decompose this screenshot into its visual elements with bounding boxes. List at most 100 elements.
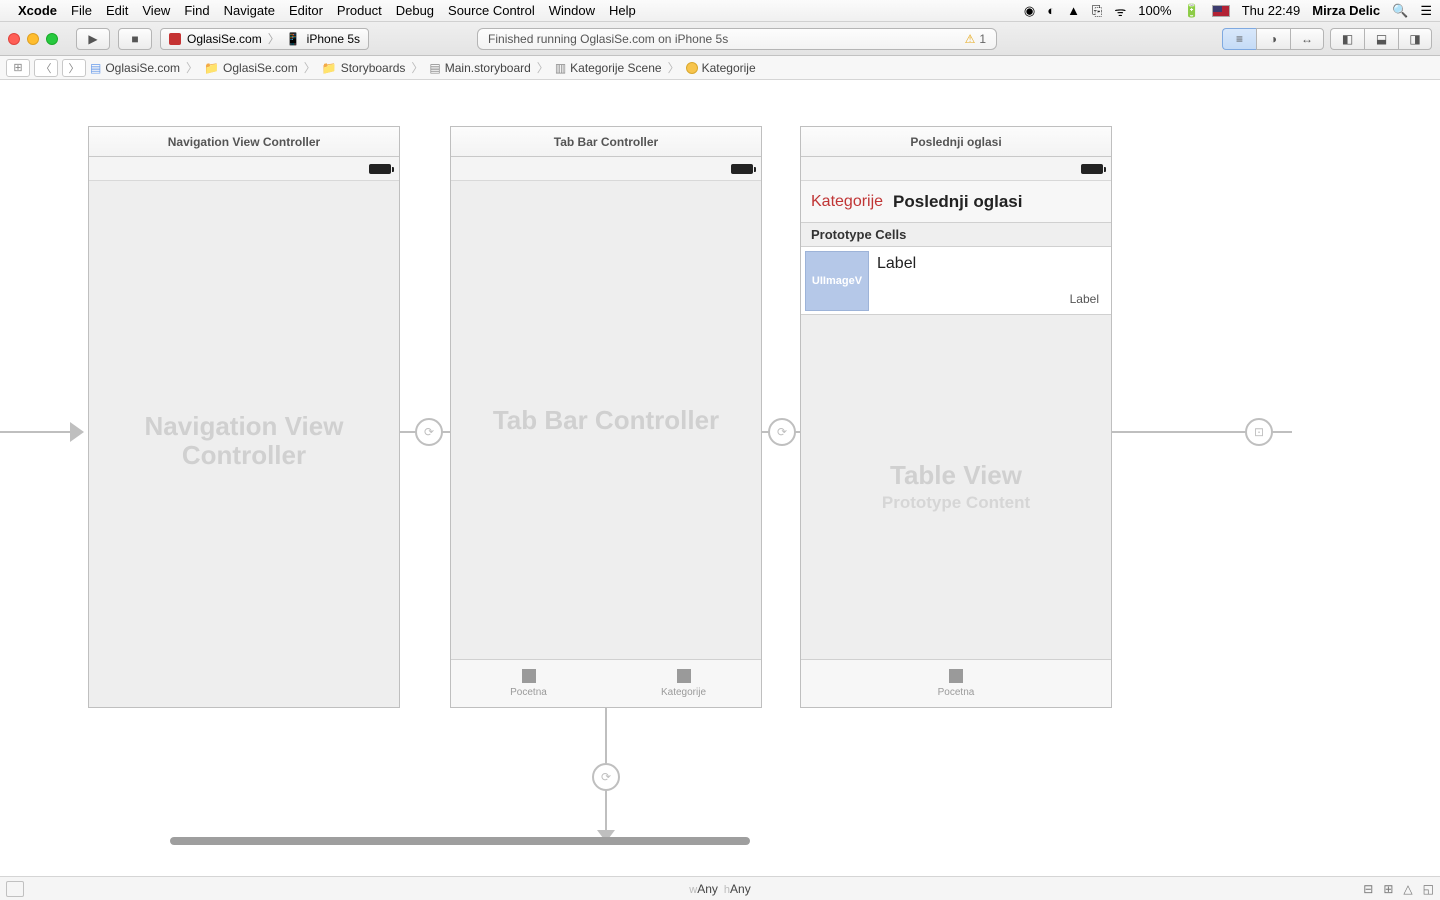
scene-title: Poslednji oglasi xyxy=(801,127,1111,157)
segue-icon[interactable]: ⟳ xyxy=(415,418,443,446)
scene-placeholder: Tab Bar Controller xyxy=(451,181,761,659)
warning-count[interactable]: 1 xyxy=(979,32,986,46)
sync-icon[interactable]: ⎘ xyxy=(1092,3,1102,19)
initial-vc-arrow xyxy=(0,431,72,433)
menu-help[interactable]: Help xyxy=(609,3,636,18)
scene-icon: ▥ xyxy=(555,61,566,75)
menu-debug[interactable]: Debug xyxy=(396,3,434,18)
wifi-icon[interactable]: ᯤ xyxy=(1114,2,1126,20)
resolve-issues-button[interactable]: △ xyxy=(1403,882,1412,896)
cell-title-label[interactable]: Label xyxy=(877,255,1099,273)
menubar-user[interactable]: Mirza Delic xyxy=(1312,3,1380,18)
app-icon xyxy=(169,33,181,45)
prototype-cell[interactable]: UIImageV Label Label xyxy=(801,247,1111,315)
view-controller-icon xyxy=(686,62,698,74)
segue-icon[interactable]: ⊡ xyxy=(1245,418,1273,446)
size-class-control[interactable]: wAny hAny xyxy=(689,882,750,896)
panel-toggles-segmented: ◧ ⬓ ◨ xyxy=(1330,28,1432,50)
version-editor-button[interactable]: ↔ xyxy=(1290,28,1324,50)
pin-button[interactable]: ⊞ xyxy=(1383,882,1393,896)
tab-pocetna[interactable]: Pocetna xyxy=(801,660,1111,707)
toggle-navigator-button[interactable]: ◧ xyxy=(1330,28,1364,50)
battery-percent: 100% xyxy=(1138,3,1171,18)
activity-viewer: Finished running OglasiSe.com on iPhone … xyxy=(477,28,997,50)
menu-find[interactable]: Find xyxy=(184,3,209,18)
nav-back-button[interactable]: Kategorije xyxy=(811,193,883,211)
cell-detail-label[interactable]: Label xyxy=(1070,292,1099,306)
menu-edit[interactable]: Edit xyxy=(106,3,128,18)
menu-window[interactable]: Window xyxy=(549,3,595,18)
back-button[interactable]: 〈 xyxy=(34,59,58,77)
tab-kategorije[interactable]: Kategorije xyxy=(606,660,761,707)
toggle-debug-area-button[interactable]: ⬓ xyxy=(1364,28,1398,50)
storyboard-canvas[interactable]: Navigation View Controller Navigation Vi… xyxy=(0,80,1440,876)
viber-icon[interactable]: ◉ xyxy=(1024,3,1035,19)
forward-button[interactable]: 〉 xyxy=(62,59,86,77)
tab-pocetna[interactable]: Pocetna xyxy=(451,660,606,707)
tab-icon xyxy=(677,669,691,683)
scene-placeholder: Navigation View Controller xyxy=(89,181,399,701)
table-view-controller-scene[interactable]: Poslednji oglasi Kategorije Poslednji og… xyxy=(800,126,1112,708)
menubar-clock[interactable]: Thu 22:49 xyxy=(1242,3,1301,18)
chevron-right-icon: 〉 xyxy=(411,59,423,76)
toggle-utilities-button[interactable]: ◨ xyxy=(1398,28,1432,50)
canvas-bottom-bar: wAny hAny ⊟ ⊞ △ ◱ xyxy=(0,876,1440,900)
breadcrumb-storyboards[interactable]: 📁Storyboards xyxy=(322,61,406,75)
nav-title: Poslednji oglasi xyxy=(893,192,1022,212)
tab-bar: Pocetna xyxy=(801,659,1111,707)
table-view-placeholder: Table View Prototype Content xyxy=(801,315,1111,659)
menu-file[interactable]: File xyxy=(71,3,92,18)
menu-navigate[interactable]: Navigate xyxy=(224,3,275,18)
tab-bar-controller-scene[interactable]: Tab Bar Controller Tab Bar Controller Po… xyxy=(450,126,762,708)
macos-menubar: Xcode File Edit View Find Navigate Edito… xyxy=(0,0,1440,22)
spotlight-icon[interactable]: 🔍 xyxy=(1392,3,1408,19)
scheme-selector[interactable]: OglasiSe.com 〉 📱 iPhone 5s xyxy=(160,28,369,50)
run-button[interactable]: ▶ xyxy=(76,28,110,50)
related-items-button[interactable]: ⊞ xyxy=(6,59,30,77)
menu-view[interactable]: View xyxy=(142,3,170,18)
flag-us-icon[interactable] xyxy=(1212,5,1230,17)
standard-editor-button[interactable]: ≡ xyxy=(1222,28,1256,50)
segue-icon[interactable]: ⟳ xyxy=(768,418,796,446)
breadcrumb-group[interactable]: 📁OglasiSe.com xyxy=(204,61,298,75)
horizontal-scrollbar[interactable] xyxy=(170,837,750,845)
minimize-window-button[interactable] xyxy=(27,33,39,45)
editor-mode-segmented: ≡ ◑ ↔ xyxy=(1222,28,1324,50)
segue-icon[interactable]: ⟳ xyxy=(592,763,620,791)
navigation-controller-scene[interactable]: Navigation View Controller Navigation Vi… xyxy=(88,126,400,708)
warning-icon[interactable]: ⚠ xyxy=(965,32,976,46)
menu-editor[interactable]: Editor xyxy=(289,3,323,18)
scheme-app: OglasiSe.com xyxy=(187,32,262,46)
status-icon[interactable]: ◐ xyxy=(1047,3,1055,18)
stop-button[interactable]: ■ xyxy=(118,28,152,50)
device-icon: 📱 xyxy=(286,32,301,46)
chevron-right-icon: 〉 xyxy=(186,59,198,76)
breadcrumb-project[interactable]: ▤OglasiSe.com xyxy=(90,61,180,75)
scene-title: Tab Bar Controller xyxy=(451,127,761,157)
navigation-bar: Kategorije Poslednji oglasi xyxy=(801,181,1111,223)
zoom-window-button[interactable] xyxy=(46,33,58,45)
status-bar xyxy=(801,157,1111,181)
drive-icon[interactable]: ▲ xyxy=(1067,3,1080,18)
tab-icon xyxy=(522,669,536,683)
status-bar xyxy=(451,157,761,181)
document-outline-toggle[interactable] xyxy=(6,881,24,897)
menu-product[interactable]: Product xyxy=(337,3,382,18)
resizing-button[interactable]: ◱ xyxy=(1423,882,1434,896)
storyboard-file-icon: ▤ xyxy=(429,61,440,75)
menu-source-control[interactable]: Source Control xyxy=(448,3,535,18)
notification-center-icon[interactable]: ☰ xyxy=(1420,3,1432,19)
battery-icon xyxy=(1081,164,1103,174)
battery-icon[interactable]: 🔋 xyxy=(1184,3,1200,19)
uiimageview[interactable]: UIImageV xyxy=(805,251,869,311)
scheme-device: iPhone 5s xyxy=(307,32,360,46)
align-button[interactable]: ⊟ xyxy=(1363,882,1373,896)
breadcrumb-scene[interactable]: ▥Kategorije Scene xyxy=(555,61,662,75)
close-window-button[interactable] xyxy=(8,33,20,45)
assistant-editor-button[interactable]: ◑ xyxy=(1256,28,1290,50)
chevron-right-icon: 〉 xyxy=(268,30,280,47)
breadcrumb-file[interactable]: ▤Main.storyboard xyxy=(429,61,530,75)
app-name[interactable]: Xcode xyxy=(18,3,57,18)
breadcrumb-object[interactable]: Kategorije xyxy=(686,61,756,75)
xcode-toolbar: ▶ ■ OglasiSe.com 〉 📱 iPhone 5s Finished … xyxy=(0,22,1440,56)
